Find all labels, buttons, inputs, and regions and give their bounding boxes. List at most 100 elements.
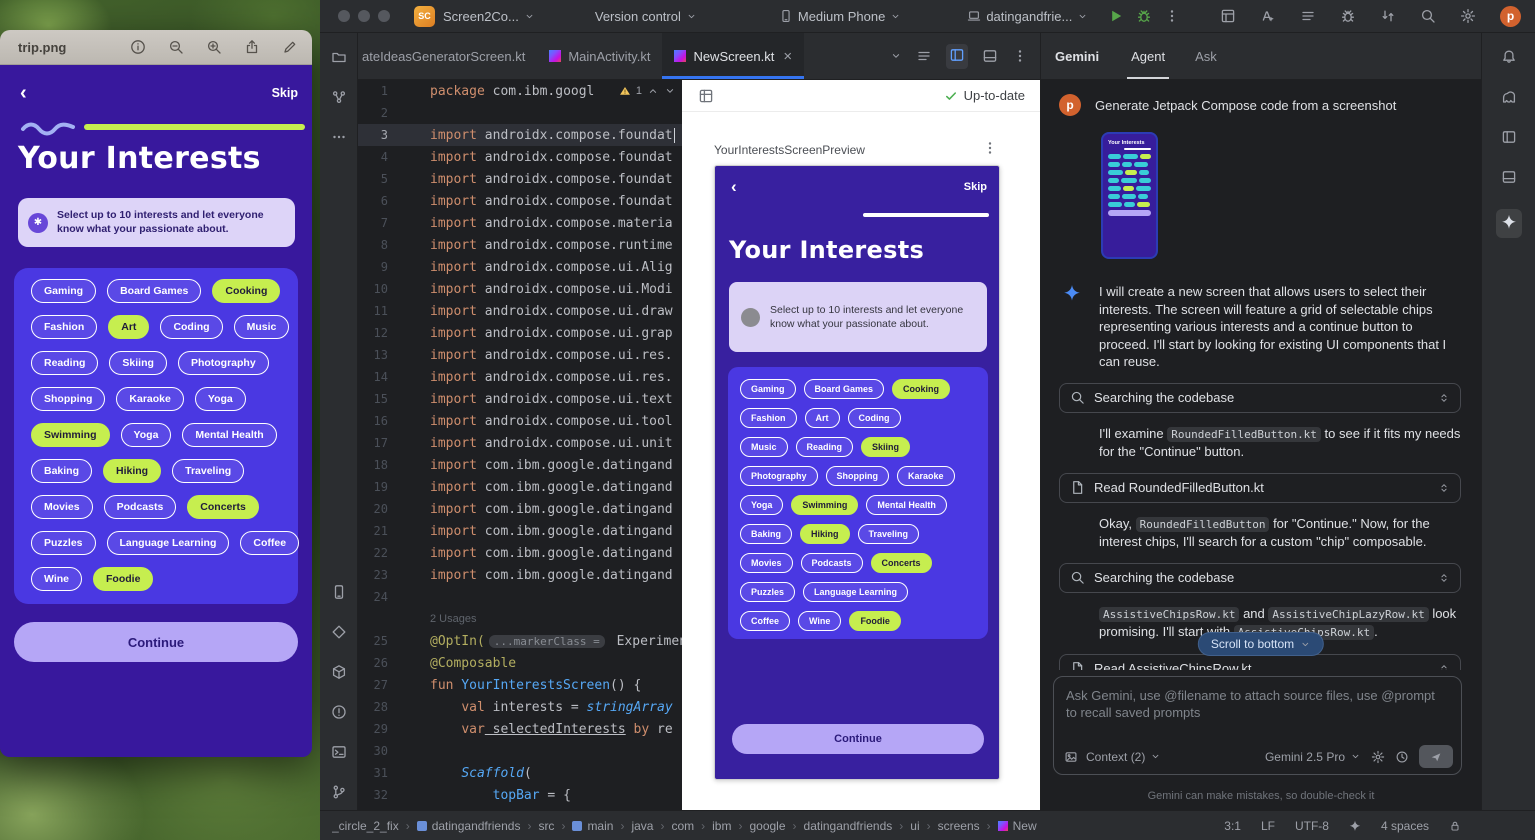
code-line[interactable]: 11import androidx.compose.ui.draw (358, 300, 682, 322)
code-line[interactable]: 31 Scaffold( (358, 762, 682, 784)
breadcrumb-item[interactable]: ibm (712, 819, 731, 833)
code-line[interactable]: 4import androidx.compose.foundat (358, 146, 682, 168)
editor-tab-ateIdeasGeneratorScreen.kt[interactable]: ateIdeasGeneratorScreen.kt (358, 33, 537, 79)
search-everywhere-icon[interactable] (1420, 8, 1436, 24)
code-line[interactable]: 14import androidx.compose.ui.res. (358, 366, 682, 388)
notifications-bell-icon[interactable] (1501, 49, 1517, 65)
version-control-tool-icon[interactable] (331, 784, 347, 800)
code-editor[interactable]: 1package com.ibm.googl123import androidx… (358, 80, 682, 810)
zoom-in-icon[interactable] (206, 39, 222, 55)
code-line[interactable]: 30 (358, 740, 682, 762)
breadcrumb-item[interactable]: datingandfriends (417, 819, 521, 833)
code-line[interactable]: 12import androidx.compose.ui.grap (358, 322, 682, 344)
code-line[interactable]: 26@Composable (358, 652, 682, 674)
agent-tool-step[interactable]: Searching the codebase (1059, 383, 1461, 413)
running-devices-tool-icon[interactable] (1501, 129, 1517, 145)
code-line[interactable]: 27fun YourInterestsScreen() { (358, 674, 682, 696)
breadcrumb-item[interactable]: ui (910, 819, 919, 833)
expand-collapse-icon[interactable] (1438, 572, 1450, 584)
code-line[interactable]: 19import com.ibm.google.datingand (358, 476, 682, 498)
build-tool-icon[interactable] (331, 664, 347, 680)
hidden-tabs-chevron[interactable] (890, 50, 902, 62)
code-line[interactable]: 7import androidx.compose.materia (358, 212, 682, 234)
code-line[interactable]: 9import androidx.compose.ui.Alig (358, 256, 682, 278)
send-button[interactable] (1419, 745, 1453, 768)
inspections-widget[interactable]: 1 (619, 85, 676, 97)
breadcrumb-item[interactable]: java (631, 819, 653, 833)
breadcrumb-item[interactable]: google (749, 819, 785, 833)
code-line[interactable]: 20import com.ibm.google.datingand (358, 498, 682, 520)
gemini-settings-icon[interactable] (1371, 750, 1385, 764)
code-line[interactable]: 25@OptIn(...markerClass = Experiment (358, 630, 682, 652)
preview-window-titlebar[interactable]: trip.png (0, 30, 312, 65)
code-view-icon[interactable] (916, 48, 932, 64)
editor-tab-MainActivity.kt[interactable]: MainActivity.kt (537, 33, 662, 79)
gemini-tool-icon[interactable] (1501, 214, 1517, 230)
profiler-icon[interactable] (1380, 8, 1396, 24)
code-line[interactable]: 24 (358, 586, 682, 608)
attach-image-icon[interactable] (1064, 750, 1078, 764)
debug-button[interactable] (1136, 8, 1152, 24)
code-line[interactable]: 8import androidx.compose.runtime (358, 234, 682, 256)
share-icon[interactable] (244, 39, 260, 55)
code-line[interactable]: 22import com.ibm.google.datingand (358, 542, 682, 564)
code-line[interactable]: 28 val interests = stringArray (358, 696, 682, 718)
breadcrumb-item[interactable]: screens (938, 819, 980, 833)
app-quality-insights-icon[interactable] (1340, 8, 1356, 24)
code-line[interactable]: 32 topBar = { (358, 784, 682, 806)
code-line[interactable]: 21import com.ibm.google.datingand (358, 520, 682, 542)
code-line[interactable]: 16import androidx.compose.ui.tool (358, 410, 682, 432)
close-tab-icon[interactable]: × (783, 49, 792, 64)
layout-inspector-icon[interactable] (1220, 8, 1236, 24)
expand-collapse-icon[interactable] (1438, 482, 1450, 494)
breadcrumb-item[interactable]: com (671, 819, 694, 833)
settings-icon[interactable] (1460, 8, 1476, 24)
model-selector[interactable]: Gemini 2.5 Pro (1265, 750, 1361, 764)
breadcrumb-item[interactable]: datingandfriends (804, 819, 893, 833)
readonly-lock-icon[interactable] (1449, 820, 1461, 832)
device-manager-tool-icon[interactable] (1501, 169, 1517, 185)
problems-tool-icon[interactable] (331, 704, 347, 720)
run-configuration-selector[interactable]: datingandfrie... (967, 9, 1088, 24)
editor-tab-NewScreen.kt[interactable]: NewScreen.kt× (662, 33, 804, 79)
more-tool-windows-icon[interactable] (331, 129, 347, 145)
breadcrumb-item[interactable]: _circle_2_fix (332, 819, 399, 833)
code-line[interactable]: 17import androidx.compose.ui.unit (358, 432, 682, 454)
device-selector[interactable]: Medium Phone (779, 9, 901, 24)
agent-tool-step[interactable]: Read RoundedFilledButton.kt (1059, 473, 1461, 503)
history-icon[interactable] (1395, 750, 1409, 764)
file-encoding[interactable]: UTF-8 (1295, 819, 1329, 833)
markup-icon[interactable] (282, 39, 298, 55)
code-line[interactable]: 1package com.ibm.googl1 (358, 80, 682, 102)
breadcrumb-item[interactable]: main (572, 819, 613, 833)
more-actions-kebab[interactable] (1164, 8, 1180, 24)
next-issue-icon[interactable] (664, 85, 676, 97)
user-avatar[interactable]: p (1500, 6, 1521, 27)
code-line[interactable]: 29 var selectedInterests by re (358, 718, 682, 740)
resource-manager-icon[interactable] (331, 624, 347, 640)
prev-issue-icon[interactable] (647, 85, 659, 97)
commit-tool-icon[interactable] (331, 89, 347, 105)
tab-agent[interactable]: Agent (1127, 33, 1169, 79)
code-line[interactable]: 2 (358, 102, 682, 124)
editor-options-kebab[interactable] (1012, 48, 1028, 64)
gemini-prompt-input[interactable]: Ask Gemini, use @filename to attach sour… (1053, 676, 1462, 775)
context-selector[interactable]: Context (2) (1086, 750, 1161, 764)
line-separator[interactable]: LF (1261, 819, 1275, 833)
device-mirroring-icon[interactable] (1260, 8, 1276, 24)
info-icon[interactable] (130, 39, 146, 55)
code-line[interactable]: 18import com.ibm.google.datingand (358, 454, 682, 476)
project-selector[interactable]: Screen2Co... (443, 9, 535, 24)
expand-collapse-icon[interactable] (1438, 392, 1450, 404)
device-explorer-icon[interactable] (331, 584, 347, 600)
zoom-window-button[interactable] (378, 10, 390, 22)
terminal-tool-icon[interactable] (331, 744, 347, 760)
run-button[interactable] (1108, 8, 1124, 24)
close-window-button[interactable] (338, 10, 350, 22)
preview-layout-icon[interactable] (698, 88, 714, 104)
usages-inlay-hint[interactable]: 2 Usages (358, 608, 682, 630)
scroll-to-bottom-button[interactable]: Scroll to bottom (1198, 632, 1324, 656)
expand-collapse-icon[interactable] (1438, 663, 1450, 671)
code-line[interactable]: 13import androidx.compose.ui.res. (358, 344, 682, 366)
screenshot-thumbnail[interactable]: Your Interests (1101, 132, 1158, 259)
